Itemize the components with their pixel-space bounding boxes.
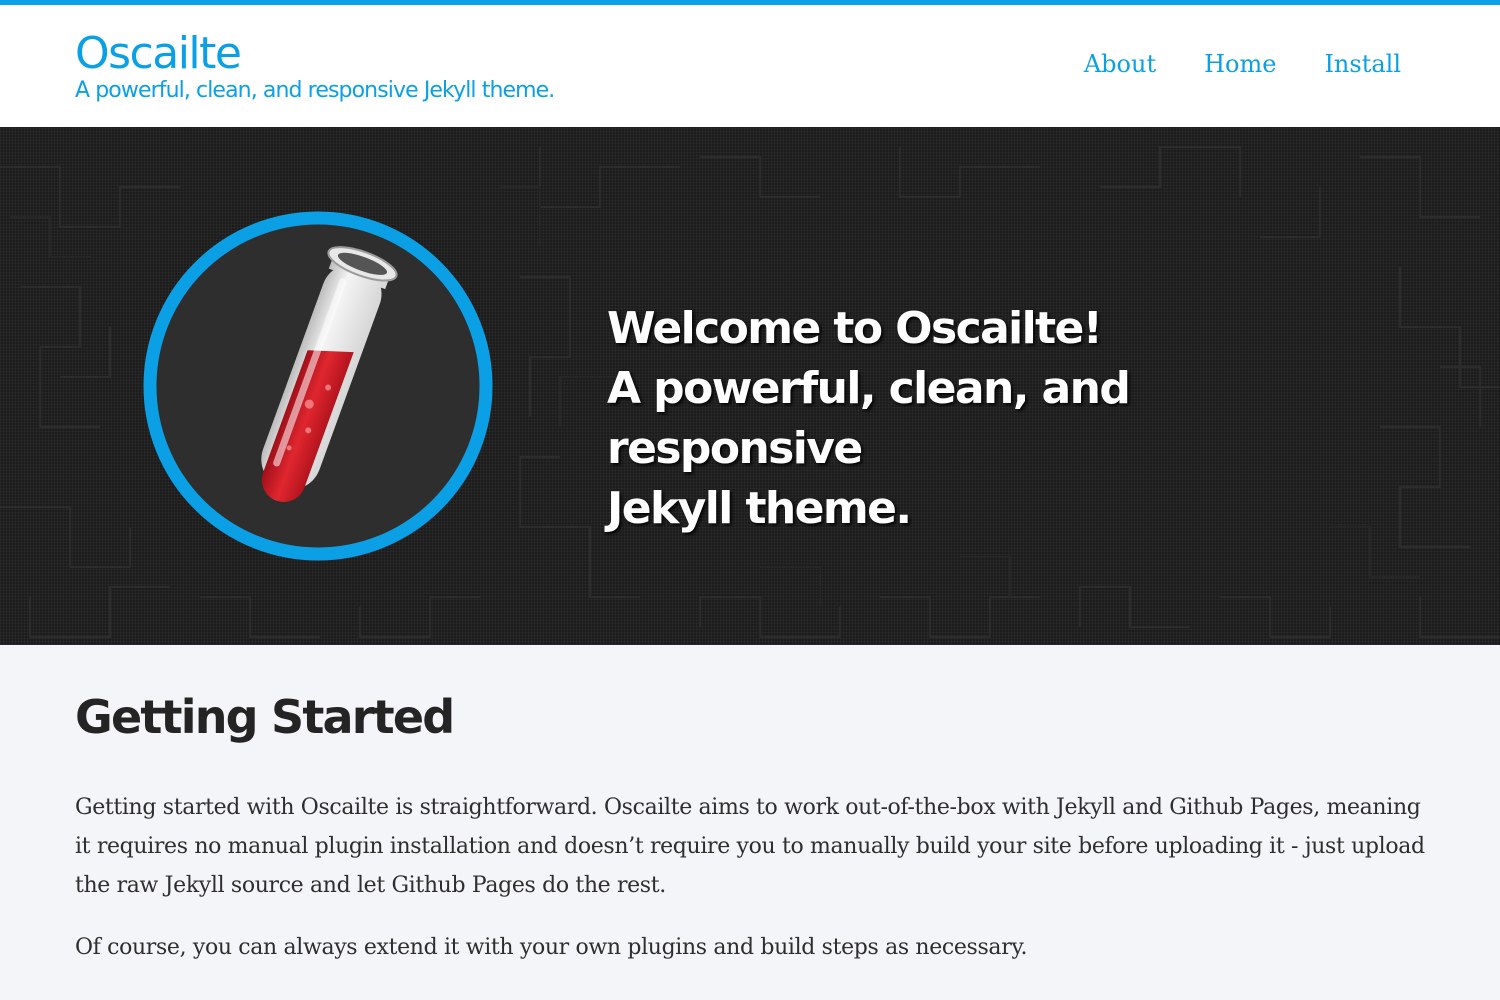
main-nav: About Home Install (1084, 47, 1401, 81)
nav-link-install[interactable]: Install (1324, 47, 1401, 81)
hero-headline: Welcome to Oscailte! A powerful, clean, … (607, 299, 1367, 539)
extend-paragraph: Of course, you can always extend it with… (75, 935, 1028, 960)
nav-link-home[interactable]: Home (1204, 47, 1276, 81)
hero-banner: Welcome to Oscailte! A powerful, clean, … (0, 127, 1500, 645)
hero-line-1: Welcome to Oscailte! (607, 303, 1103, 354)
section-heading-getting-started: Getting Started (75, 690, 455, 744)
hero-line-3: Jekyll theme. (607, 483, 912, 534)
intro-paragraph: Getting started with Oscailte is straigh… (75, 795, 1425, 898)
test-tube-icon (143, 211, 493, 561)
hero-line-2: A powerful, clean, and responsive (607, 363, 1131, 474)
nav-link-about[interactable]: About (1084, 47, 1156, 81)
site-header: Oscailte A powerful, clean, and responsi… (0, 5, 1500, 127)
main-content: Getting Started Getting started with Osc… (75, 645, 1425, 967)
site-title-link[interactable]: Oscailte (75, 27, 242, 81)
site-tagline: A powerful, clean, and responsive Jekyll… (75, 78, 555, 103)
